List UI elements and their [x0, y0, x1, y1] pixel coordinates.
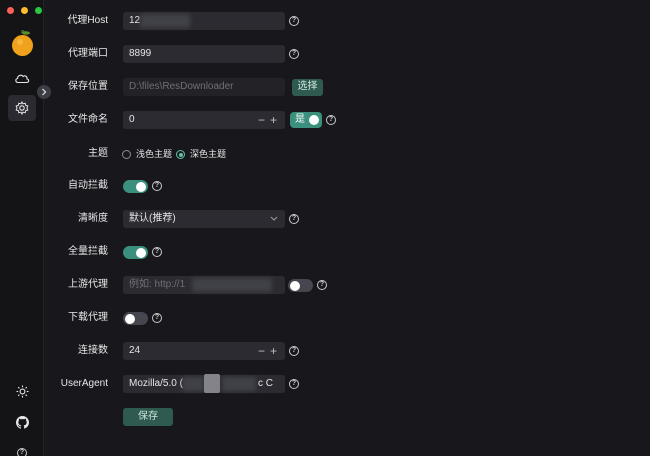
- help-icon[interactable]: ?: [152, 181, 162, 191]
- help-icon[interactable]: ?: [289, 214, 299, 224]
- toggle-knob: [290, 280, 300, 291]
- redacted-region: [192, 278, 272, 292]
- redacted-region: [140, 14, 190, 28]
- help-icon[interactable]: ?: [289, 346, 299, 356]
- proxy-port-value: 8899: [129, 48, 152, 59]
- quality-select[interactable]: 默认(推荐): [123, 210, 285, 228]
- user-agent-value: Mozilla/5.0 (: [129, 378, 183, 389]
- increment-button[interactable]: +: [270, 111, 277, 129]
- help-icon[interactable]: ?: [317, 280, 327, 290]
- decrement-button[interactable]: −: [258, 111, 265, 129]
- light-theme-label: 浅色主题: [136, 149, 173, 159]
- toggle-knob: [309, 115, 319, 125]
- full-intercept-toggle[interactable]: [123, 246, 148, 259]
- file-naming-value: 0: [129, 114, 135, 125]
- choose-folder-button[interactable]: 选择: [292, 79, 323, 96]
- file-naming-toggle[interactable]: 是: [290, 112, 322, 128]
- help-icon[interactable]: ?: [289, 16, 299, 26]
- toggle-knob: [136, 181, 146, 192]
- connections-value: 24: [129, 345, 141, 356]
- help-icon[interactable]: ?: [326, 115, 336, 125]
- save-location-input[interactable]: D:\files\ResDownloader: [123, 78, 285, 96]
- download-proxy-toggle[interactable]: [123, 312, 148, 325]
- decrement-button[interactable]: −: [258, 342, 265, 360]
- redacted-region: [222, 377, 256, 391]
- help-icon[interactable]: ?: [289, 379, 299, 389]
- quality-value: 默认(推荐): [129, 213, 176, 224]
- toggle-knob: [136, 247, 146, 258]
- download-proxy-label: 下载代理: [68, 312, 108, 323]
- proxy-host-label: 代理Host: [67, 15, 108, 26]
- full-intercept-label: 全量拦截: [68, 246, 108, 257]
- auto-intercept-label: 自动拦截: [68, 180, 108, 191]
- file-naming-label: 文件命名: [68, 114, 108, 125]
- chevron-down-icon: [270, 216, 278, 221]
- help-icon[interactable]: ?: [152, 247, 162, 257]
- upstream-proxy-toggle[interactable]: [288, 279, 313, 292]
- save-location-label: 保存位置: [68, 81, 108, 92]
- dark-theme-label: 深色主题: [190, 149, 227, 159]
- settings-form: 代理Host 12 ? 代理端口 8899 ? 保存位置 D:\files\Re…: [0, 0, 650, 456]
- redacted-region: [182, 377, 204, 391]
- connections-label: 连接数: [78, 345, 108, 356]
- quality-label: 清晰度: [78, 213, 108, 224]
- light-theme-radio[interactable]: [122, 150, 131, 159]
- save-button[interactable]: 保存: [123, 408, 173, 426]
- proxy-port-input[interactable]: 8899: [123, 45, 285, 63]
- user-agent-label: UserAgent: [60, 378, 108, 389]
- upstream-proxy-label: 上游代理: [68, 279, 108, 290]
- file-naming-toggle-label: 是: [295, 114, 305, 125]
- dark-theme-radio[interactable]: [176, 150, 185, 159]
- redacted-region: [204, 374, 220, 393]
- proxy-host-value: 12: [129, 15, 141, 26]
- theme-label: 主题: [88, 148, 108, 159]
- auto-intercept-toggle[interactable]: [123, 180, 148, 193]
- upstream-proxy-placeholder: 例如: http://1: [129, 279, 186, 290]
- increment-button[interactable]: +: [270, 342, 277, 360]
- toggle-knob: [125, 313, 135, 324]
- help-icon[interactable]: ?: [289, 49, 299, 59]
- save-location-value: D:\files\ResDownloader: [129, 81, 234, 92]
- user-agent-tail: c C: [258, 378, 273, 389]
- proxy-port-label: 代理端口: [68, 48, 108, 59]
- help-icon[interactable]: ?: [152, 313, 162, 323]
